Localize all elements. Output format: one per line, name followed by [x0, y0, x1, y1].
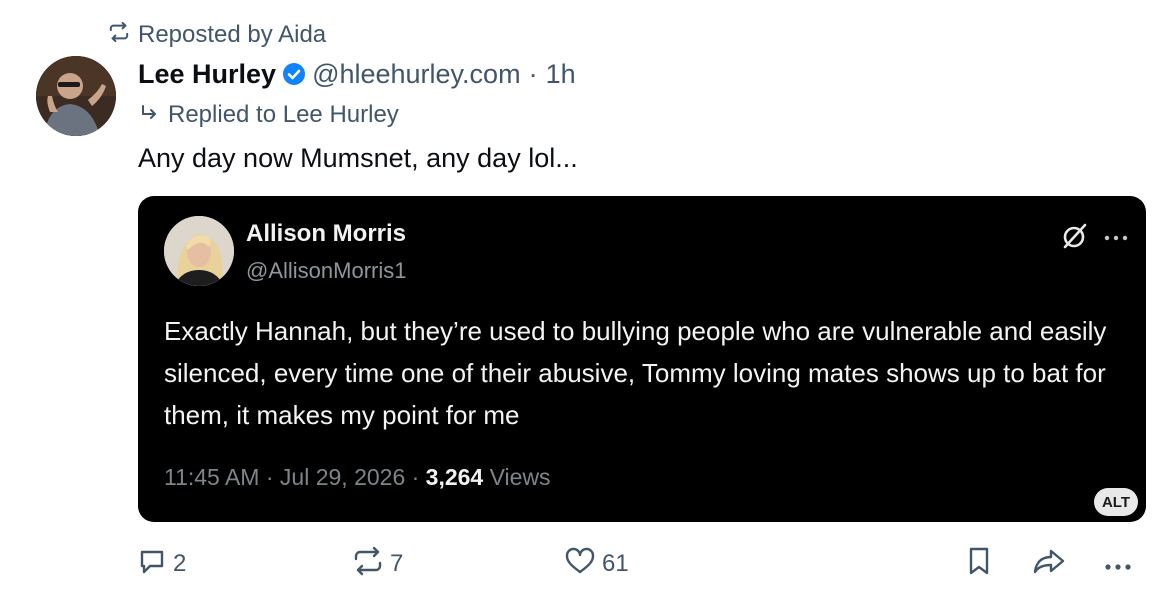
- embed-more-icon: [1104, 228, 1128, 246]
- alt-badge[interactable]: ALT: [1094, 488, 1138, 516]
- author-name[interactable]: Lee Hurley: [138, 59, 276, 90]
- verified-badge-icon: [282, 62, 306, 86]
- embed-views-label: Views: [489, 464, 551, 490]
- author-handle[interactable]: @hleehurley.com: [312, 59, 521, 90]
- embed-tweet-text: Exactly Hannah, but they’re used to bull…: [164, 316, 1107, 430]
- like-button[interactable]: 61: [564, 544, 629, 584]
- action-bar: 2 7 61: [0, 544, 1163, 584]
- embed-author-handle: @AllisonMorris1: [246, 258, 407, 283]
- repost-count: 7: [390, 550, 404, 577]
- embed-views-count: 3,264: [425, 464, 484, 490]
- reply-icon: [137, 546, 173, 583]
- like-count: 61: [602, 550, 629, 577]
- bookmark-icon: [966, 546, 998, 583]
- more-options-button[interactable]: [1104, 544, 1138, 584]
- embed-meta: 11:45 AM · Jul 29, 2026 · 3,264 Views: [164, 464, 551, 491]
- reply-label: Replied to Lee Hurley: [168, 101, 399, 128]
- x-logo-icon: [1060, 222, 1088, 255]
- reply-count: 2: [173, 550, 187, 577]
- embed-avatar: [164, 216, 234, 286]
- repost-label: Reposted by Aida: [138, 21, 327, 48]
- reply-context[interactable]: Replied to Lee Hurley: [140, 100, 399, 130]
- share-icon: [1032, 546, 1072, 583]
- share-button[interactable]: [1032, 544, 1072, 584]
- embed-author-name: Allison Morris: [246, 220, 407, 247]
- bookmark-button[interactable]: [966, 544, 998, 584]
- reply-arrow-icon: [140, 101, 168, 129]
- embedded-image[interactable]: Allison Morris @AllisonMorris1 Exactly H…: [138, 196, 1146, 522]
- separator-dot: ·: [528, 58, 538, 89]
- repost-action-icon: [352, 546, 390, 583]
- repost-button[interactable]: 7: [352, 544, 403, 584]
- reply-button[interactable]: 2: [137, 544, 186, 584]
- heart-icon: [564, 546, 602, 583]
- post-header: Lee Hurley @hleehurley.com · 1h: [138, 56, 576, 92]
- post-time[interactable]: 1h: [546, 59, 576, 90]
- repost-icon: [108, 21, 138, 49]
- embed-timestamp: 11:45 AM · Jul 29, 2026 ·: [164, 464, 420, 490]
- post-text: Any day now Mumsnet, any day lol...: [138, 143, 578, 173]
- repost-indicator[interactable]: Reposted by Aida: [108, 20, 326, 50]
- more-icon: [1104, 550, 1138, 578]
- user-avatar[interactable]: [36, 56, 116, 136]
